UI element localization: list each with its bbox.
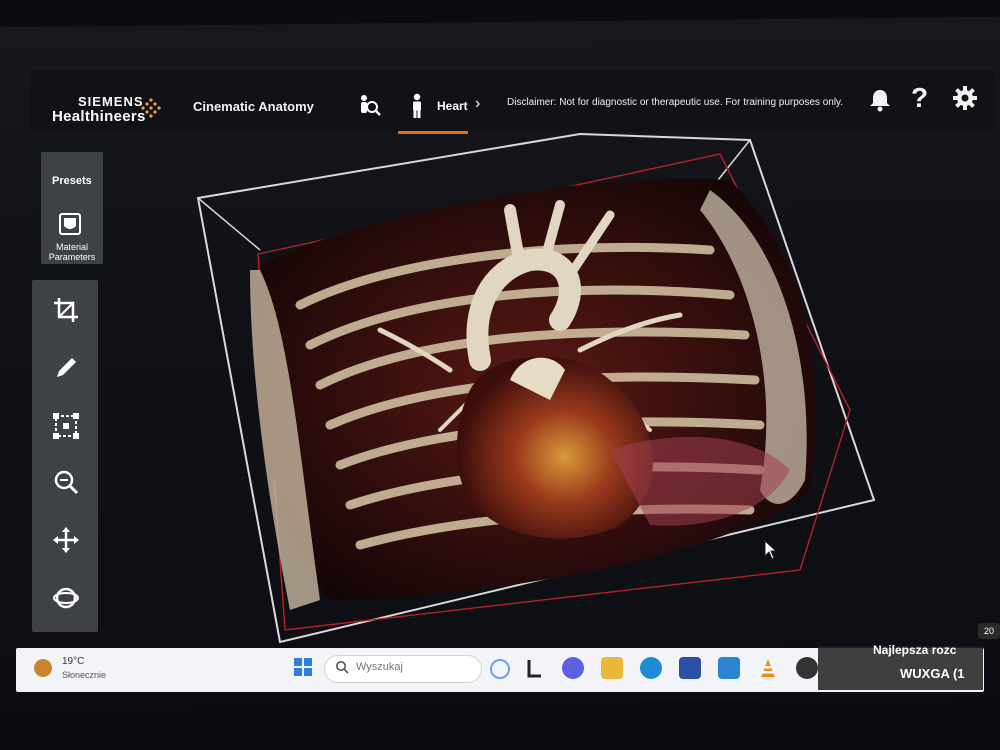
brand-line2: Healthineers [52,108,146,125]
media-player-icon[interactable] [796,657,818,679]
weather-description: Słonecznie [62,670,107,680]
projector-resolution-message: Najlepsza rozc [873,643,957,657]
material-icon[interactable] [58,212,82,236]
brand-logo: SIEMENS Healthineers [52,94,146,124]
projector-resolution-value: WUXGA (1 [900,666,965,681]
app-title: Cinematic Anatomy [193,99,314,114]
windows-start-icon[interactable] [293,657,313,677]
rotate-icon[interactable] [50,582,82,614]
teams-chat-icon[interactable] [562,657,584,679]
gear-icon[interactable] [951,84,979,112]
edge-browser-icon[interactable] [640,657,662,679]
bing-icon[interactable] [490,659,510,679]
tools-panel [32,280,98,632]
file-explorer-icon[interactable] [601,657,623,679]
app-l-icon[interactable] [524,657,546,679]
weather-sun-icon[interactable] [34,659,52,677]
brand-line1: SIEMENS [78,94,144,109]
bell-icon[interactable] [867,87,893,113]
search-icon [336,661,349,674]
chevron-right-icon[interactable]: › [475,95,480,113]
anatomy-search-icon[interactable] [356,93,382,119]
weather-temperature[interactable]: 19°C [62,656,84,667]
corner-badge: 20 [978,623,1000,639]
photos-icon[interactable] [718,657,740,679]
help-icon[interactable]: ? [911,82,928,114]
tab-heart[interactable]: Heart [437,99,468,113]
presets-button[interactable]: Presets [52,175,92,187]
store-icon[interactable] [679,657,701,679]
zoom-icon[interactable] [50,466,82,498]
body-region-icon[interactable] [407,93,427,119]
material-parameters-button[interactable]: Material Parameters [44,242,100,262]
crop-icon[interactable] [50,294,82,326]
vlc-icon[interactable] [757,657,779,679]
search-placeholder: Wyszukaj [356,661,403,673]
volume-render-viewport[interactable] [190,130,890,650]
brand-dots-icon [141,98,161,118]
mouse-cursor-icon [764,540,778,560]
disclaimer-text: Disclaimer: Not for diagnostic or therap… [507,97,844,108]
bounding-box-icon[interactable] [50,410,82,442]
move-icon[interactable] [50,524,82,556]
pencil-icon[interactable] [50,352,82,384]
